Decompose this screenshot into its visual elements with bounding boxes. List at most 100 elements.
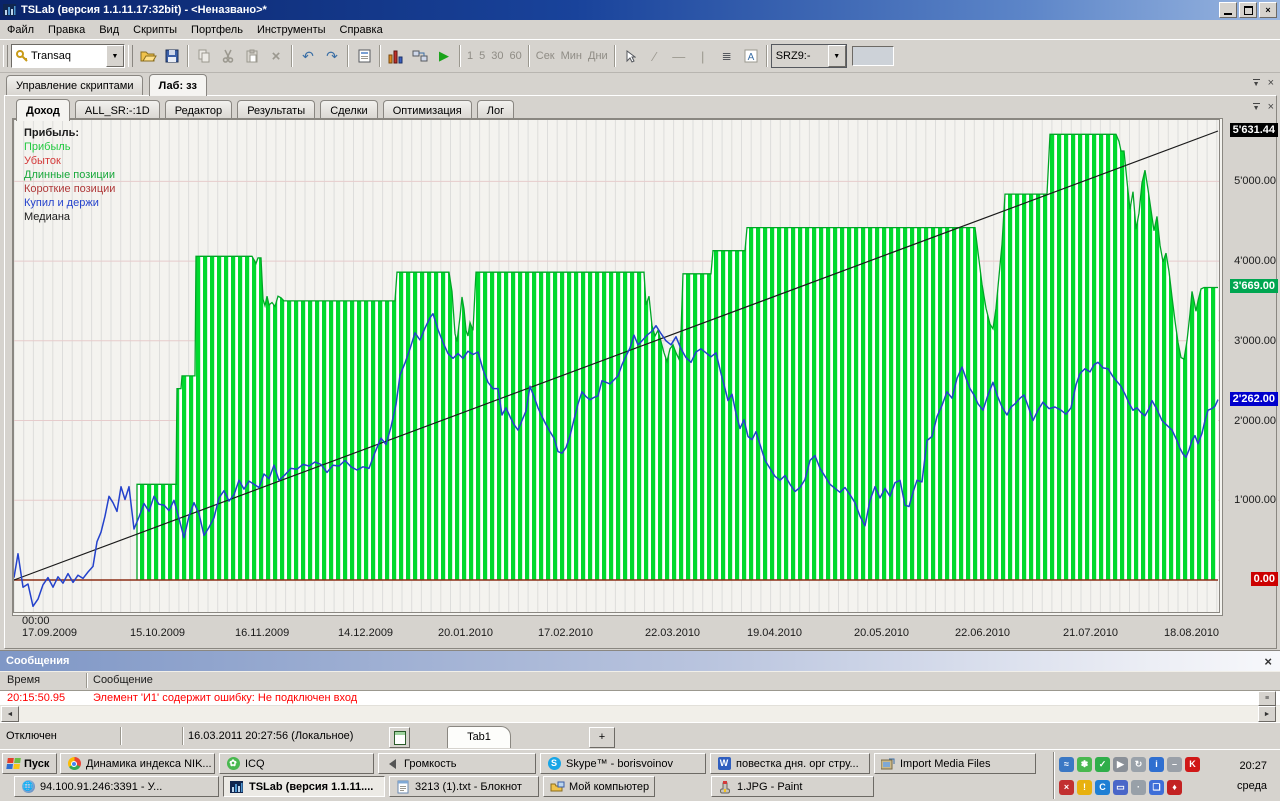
tab-optimization[interactable]: Оптимизация bbox=[382, 100, 472, 120]
empty-combo[interactable] bbox=[851, 46, 894, 66]
menu-edit[interactable]: Правка bbox=[41, 22, 92, 38]
menu-scripts[interactable]: Скрипты bbox=[126, 22, 184, 38]
menu-help[interactable]: Справка bbox=[333, 22, 390, 38]
toolbar-grip2[interactable] bbox=[128, 45, 133, 67]
status-datetime: 16.03.2011 20:27:56 (Локальное) bbox=[188, 730, 354, 742]
hline-tool-button[interactable]: — bbox=[667, 44, 691, 68]
update-icon[interactable]: ↻ bbox=[1131, 757, 1146, 772]
column-time[interactable]: Время bbox=[7, 674, 40, 686]
toolbar-grip[interactable] bbox=[3, 45, 8, 67]
network-error-icon[interactable]: × bbox=[1059, 780, 1074, 795]
tab-editor[interactable]: Редактор bbox=[164, 100, 233, 120]
tab-income[interactable]: Доход bbox=[16, 99, 70, 121]
menu-view[interactable]: Вид bbox=[92, 22, 126, 38]
cut-button[interactable] bbox=[216, 44, 240, 68]
messages-hscrollbar[interactable]: ◄ ► ≡ bbox=[0, 691, 1280, 722]
transaq-combo[interactable]: Transaq ▼ bbox=[11, 44, 125, 68]
taskbar-item-browser[interactable]: Динамика индекса NIK... bbox=[60, 753, 215, 774]
properties-button[interactable] bbox=[352, 44, 376, 68]
delete-button[interactable]: × bbox=[264, 44, 288, 68]
close-panel-icon[interactable]: × bbox=[1268, 78, 1274, 89]
unit-min[interactable]: Мин bbox=[558, 50, 585, 62]
menu-tools[interactable]: Инструменты bbox=[250, 22, 333, 38]
tab-deals[interactable]: Сделки bbox=[320, 100, 378, 120]
menu-portfolio[interactable]: Портфель bbox=[184, 22, 250, 38]
tab-all-sr[interactable]: ALL_SR:-:1D bbox=[74, 100, 160, 120]
add-workspace-tab-button[interactable]: + bbox=[589, 727, 615, 748]
disabled-icon[interactable]: – bbox=[1167, 757, 1182, 772]
transaq-dropdown-arrow[interactable]: ▼ bbox=[106, 45, 124, 67]
remote-screen-icon[interactable]: ▭ bbox=[1113, 780, 1128, 795]
tab-script-management[interactable]: Управление скриптами bbox=[6, 75, 144, 95]
legend-item-long: Длинные позиции bbox=[24, 169, 115, 181]
taskbar-item-tslab[interactable]: TSLab (версия 1.1.11.... bbox=[223, 776, 385, 797]
messages-close-icon[interactable]: × bbox=[1264, 654, 1272, 669]
column-message[interactable]: Сообщение bbox=[93, 674, 153, 686]
interval-30[interactable]: 30 bbox=[488, 50, 506, 62]
workspace-grid-button[interactable] bbox=[389, 727, 410, 748]
symbol-dropdown-arrow[interactable]: ▼ bbox=[827, 45, 846, 67]
status-bar: Отключен 16.03.2011 20:27:56 (Локальное)… bbox=[0, 722, 1280, 750]
chart-bars-icon bbox=[388, 50, 403, 63]
tab-lab[interactable]: Лаб: зз bbox=[148, 74, 207, 96]
undo-button[interactable]: ↶ bbox=[296, 44, 320, 68]
cureit-icon[interactable]: C bbox=[1095, 780, 1110, 795]
export-scheme-button[interactable] bbox=[408, 44, 432, 68]
start-button[interactable]: Пуск bbox=[2, 753, 57, 774]
unit-sec[interactable]: Сек bbox=[533, 50, 558, 62]
interval-60[interactable]: 60 bbox=[507, 50, 525, 62]
close-button[interactable]: × bbox=[1259, 2, 1277, 18]
message-row[interactable]: 20:15:50.95 Элемент 'И1' содержит ошибку… bbox=[0, 691, 1280, 706]
media-drive-icon[interactable]: ▶ bbox=[1113, 757, 1128, 772]
network-icon: 🌐 bbox=[21, 780, 35, 793]
taskbar-item-paint[interactable]: 1.JPG - Paint bbox=[711, 776, 874, 797]
close-tab-icon[interactable]: × bbox=[1268, 102, 1274, 113]
taskbar-item-volume[interactable]: Громкость bbox=[378, 753, 536, 774]
restore-button[interactable] bbox=[1239, 2, 1257, 18]
tab-log[interactable]: Лог bbox=[476, 100, 515, 120]
taskbar-item-my-computer[interactable]: Мой компьютер bbox=[543, 776, 655, 797]
firewall-icon[interactable]: ♦ bbox=[1167, 780, 1182, 795]
power-icon[interactable]: · bbox=[1131, 780, 1146, 795]
kaspersky-icon[interactable]: K bbox=[1185, 757, 1200, 772]
dock-menu-icon2[interactable]: ▼ bbox=[1252, 103, 1260, 112]
chart-view-button[interactable] bbox=[384, 44, 408, 68]
dock-menu-icon[interactable]: ▼ bbox=[1252, 79, 1260, 88]
cascade-windows-icon[interactable]: ❏ bbox=[1149, 780, 1164, 795]
interval-1[interactable]: 1 bbox=[464, 50, 476, 62]
scroll-right-icon[interactable]: ► bbox=[1258, 706, 1276, 722]
taskbar-item-notepad[interactable]: 3213 (1).txt - Блокнот bbox=[389, 776, 539, 797]
menu-file[interactable]: Файл bbox=[0, 22, 41, 38]
vline-tool-button[interactable]: | bbox=[691, 44, 715, 68]
copy-button[interactable] bbox=[192, 44, 216, 68]
info-icon[interactable]: i bbox=[1149, 757, 1164, 772]
scroll-left-icon[interactable]: ◄ bbox=[1, 706, 19, 722]
save-button[interactable] bbox=[160, 44, 184, 68]
tab-results[interactable]: Результаты bbox=[237, 100, 316, 120]
taskbar-item-import-media[interactable]: Import Media Files bbox=[874, 753, 1036, 774]
legend-item-profit: Прибыль bbox=[24, 141, 71, 153]
text-tool-button[interactable]: A bbox=[739, 44, 763, 68]
scroll-extra-button[interactable]: ≡ bbox=[1258, 691, 1276, 706]
paste-button[interactable] bbox=[240, 44, 264, 68]
open-button[interactable] bbox=[136, 44, 160, 68]
icq-tray-icon[interactable]: ✽ bbox=[1077, 757, 1092, 772]
taskbar-item-word[interactable]: W повестка дня. орг стру... bbox=[710, 753, 870, 774]
minimize-button[interactable] bbox=[1219, 2, 1237, 18]
network-signal-icon[interactable]: ≈ bbox=[1059, 757, 1074, 772]
taskbar-item-skype[interactable]: S Skype™ - borisvoinov bbox=[540, 753, 706, 774]
taskbar-item-icq[interactable]: ✿ ICQ bbox=[219, 753, 374, 774]
redo-button[interactable]: ↷ bbox=[320, 44, 344, 68]
profit-chart[interactable] bbox=[13, 119, 1220, 613]
interval-5[interactable]: 5 bbox=[476, 50, 488, 62]
antivirus-ok-icon[interactable]: ✓ bbox=[1095, 757, 1110, 772]
unit-days[interactable]: Дни bbox=[585, 50, 611, 62]
channel-tool-button[interactable]: ≣ bbox=[715, 44, 739, 68]
symbol-combo[interactable]: SRZ9:- ▼ bbox=[770, 44, 847, 68]
cursor-tool-button[interactable] bbox=[619, 44, 643, 68]
workspace-tab[interactable]: Tab1 bbox=[447, 726, 511, 748]
run-button[interactable]: ▶ bbox=[432, 44, 456, 68]
taskbar-item-remote[interactable]: 🌐 94.100.91.246:3391 - У... bbox=[14, 776, 219, 797]
trendline-tool-button[interactable]: ∕ bbox=[643, 44, 667, 68]
security-warning-icon[interactable]: ! bbox=[1077, 780, 1092, 795]
